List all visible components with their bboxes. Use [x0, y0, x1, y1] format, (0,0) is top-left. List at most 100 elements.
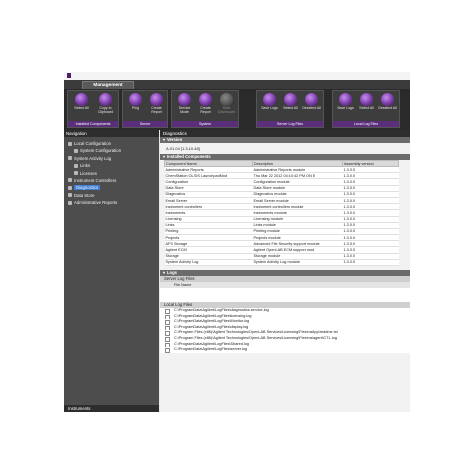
log-file-path: C:\ProgramData\Agilent\LogFiles\Monitor.… — [174, 319, 250, 324]
nav-item-label: Administrative Reports — [74, 200, 118, 206]
log-file-path: C:\ProgramData\Agilent\LogFiles\server.l… — [174, 347, 248, 352]
section-label: Logs — [167, 270, 178, 275]
button-label: Create Report — [151, 106, 162, 114]
button-label: Service Mode — [178, 106, 191, 114]
local-save-logs-button[interactable]: Save Logs — [336, 93, 355, 111]
local-deselect-all-button[interactable]: Deselect All — [378, 93, 397, 111]
nav-item-label: Local Configuration — [74, 141, 112, 146]
section-label: Installed Components — [167, 154, 211, 159]
nav-item-label: System Configuration — [80, 148, 122, 154]
link-icon — [74, 163, 78, 168]
button-label: Select All — [74, 106, 89, 110]
server-deselect-all-button[interactable]: Deselect All — [302, 93, 321, 111]
ribbon-group-label: Installed Components — [68, 121, 118, 127]
nav-item-label: Licenses — [80, 170, 97, 176]
tab-management[interactable]: Management — [82, 81, 134, 89]
log-file-row[interactable]: C:\ProgramData\Agilent\LogFiles\server.l… — [160, 347, 410, 353]
save-icon — [339, 93, 352, 106]
server-save-logs-button[interactable]: Save Logs — [260, 93, 279, 111]
ribbon-group-installed-components: Select All Copy to Clipboard Installed C… — [67, 90, 119, 128]
log-icon — [68, 156, 72, 161]
dashboard-icon — [220, 93, 233, 106]
select-all-icon — [75, 93, 88, 106]
section-label: Version — [167, 137, 183, 142]
nav-item-diagnostics[interactable]: Diagnostics — [64, 184, 159, 191]
nav-item-system-activity-log[interactable]: System Activity Log — [64, 155, 159, 162]
server-create-report-button[interactable]: Create Report — [147, 93, 166, 115]
nav-item-local-configuration[interactable]: Local Configuration — [64, 140, 159, 147]
ribbon-toolbar: Select All Copy to Clipboard Installed C… — [64, 89, 410, 130]
system-create-report-button[interactable]: Create Report — [196, 93, 215, 115]
deselect-all-icon — [381, 93, 394, 106]
data-store-icon — [68, 193, 72, 198]
save-icon — [263, 93, 276, 106]
log-file-path: C:\ProgramData\Agilent\LogFiles\Shared.l… — [174, 341, 249, 346]
button-label: Deselect All — [378, 106, 397, 110]
nav-footer-instruments[interactable]: Instruments — [64, 405, 159, 412]
nav-item-instrument-controllers[interactable]: Instrument Controllers — [64, 177, 159, 184]
local-log-files-list: C:\ProgramData\Agilent\LogFiles\diagnost… — [160, 308, 410, 353]
log-file-path: C:\Program Files (x86)\Agilent Technolog… — [174, 330, 338, 335]
select-all-icon — [360, 93, 373, 106]
log-file-path: C:\ProgramData\Agilent\LogFiles\diagnost… — [174, 308, 269, 312]
instrument-controller-icon — [68, 178, 72, 183]
local-select-all-button[interactable]: Select All — [357, 93, 376, 111]
navigation-panel: Navigation Local Configuration System Co… — [64, 130, 159, 412]
tab-strip: Management — [64, 80, 410, 89]
log-file-path: C:\ProgramData\Agilent\LogFiles\display.… — [174, 324, 249, 329]
service-mode-button[interactable]: Service Mode — [175, 93, 194, 115]
nav-item-licenses[interactable]: Licenses — [64, 170, 159, 177]
nav-item-label: Data Store — [74, 192, 95, 198]
button-label: Copy to Clipboard — [98, 106, 113, 114]
log-file-path: C:\ProgramData\Agilent\LogFiles\licensin… — [174, 313, 252, 318]
components-table-body: Administrative Reports Administrative Rep… — [164, 166, 399, 267]
ribbon-group-server-log-files: Save Logs Select All Deselect All Server… — [256, 90, 324, 128]
nav-item-system-configuration[interactable]: System Configuration — [64, 147, 159, 154]
button-label: Select All — [359, 106, 374, 110]
license-icon — [74, 171, 78, 176]
nav-item-administrative-reports[interactable]: Administrative Reports — [64, 199, 159, 206]
nav-item-links[interactable]: Links — [64, 162, 159, 169]
deselect-all-icon — [305, 93, 318, 106]
table-cell: 1.3.0.0 — [342, 259, 399, 267]
server-select-all-button[interactable]: Select All — [281, 93, 300, 111]
ping-icon — [129, 93, 142, 106]
version-value: A.01.04 [1.3.10.48] — [166, 146, 200, 151]
ribbon-group-label: Server Log Files — [257, 121, 323, 127]
button-label: Select All — [283, 106, 298, 110]
log-file-path: C:\Program Files (x86)\Agilent Technolog… — [174, 335, 337, 340]
configuration-icon — [68, 141, 72, 146]
log-file-checkbox[interactable] — [165, 348, 170, 353]
ribbon-group-system: Service Mode Create Report Start Dashboa… — [171, 90, 239, 128]
ping-button[interactable]: Ping — [126, 93, 145, 111]
table-cell: System Activity Log — [164, 259, 253, 267]
ribbon-group-label: Server — [123, 121, 167, 127]
start-dashboard-button[interactable]: Start Dashboard — [217, 93, 236, 115]
button-label: Save Logs — [261, 106, 278, 110]
button-label: Ping — [131, 106, 139, 110]
app-icon — [67, 73, 71, 78]
button-label: Create Report — [200, 106, 211, 114]
nav-item-label: Diagnostics — [74, 185, 101, 191]
select-all-components-button[interactable]: Select All — [72, 93, 91, 111]
ribbon-group-server: Ping Create Report Server — [122, 90, 168, 128]
server-log-files-list — [160, 288, 410, 302]
table-cell: System Activity Log module — [252, 259, 343, 267]
select-all-icon — [284, 93, 297, 106]
service-mode-icon — [178, 93, 191, 106]
clipboard-icon — [99, 93, 112, 106]
ribbon-group-label: System — [172, 121, 238, 127]
page-title: Diagnostics — [160, 130, 410, 137]
table-row[interactable]: System Activity Log System Activity Log m… — [164, 259, 399, 267]
button-label: Start Dashboard — [217, 106, 236, 114]
nav-item-label: Instrument Controllers — [74, 177, 117, 183]
button-label: Deselect All — [302, 106, 321, 110]
configuration-icon — [74, 148, 78, 153]
application-window: Management Select All Copy to Clipboard … — [64, 72, 410, 412]
button-label: Save Logs — [337, 106, 354, 110]
nav-item-data-store[interactable]: Data Store — [64, 192, 159, 199]
report-icon — [68, 200, 72, 205]
title-bar — [64, 72, 410, 80]
copy-to-clipboard-button[interactable]: Copy to Clipboard — [96, 93, 115, 115]
nav-item-label: Links — [80, 163, 91, 169]
